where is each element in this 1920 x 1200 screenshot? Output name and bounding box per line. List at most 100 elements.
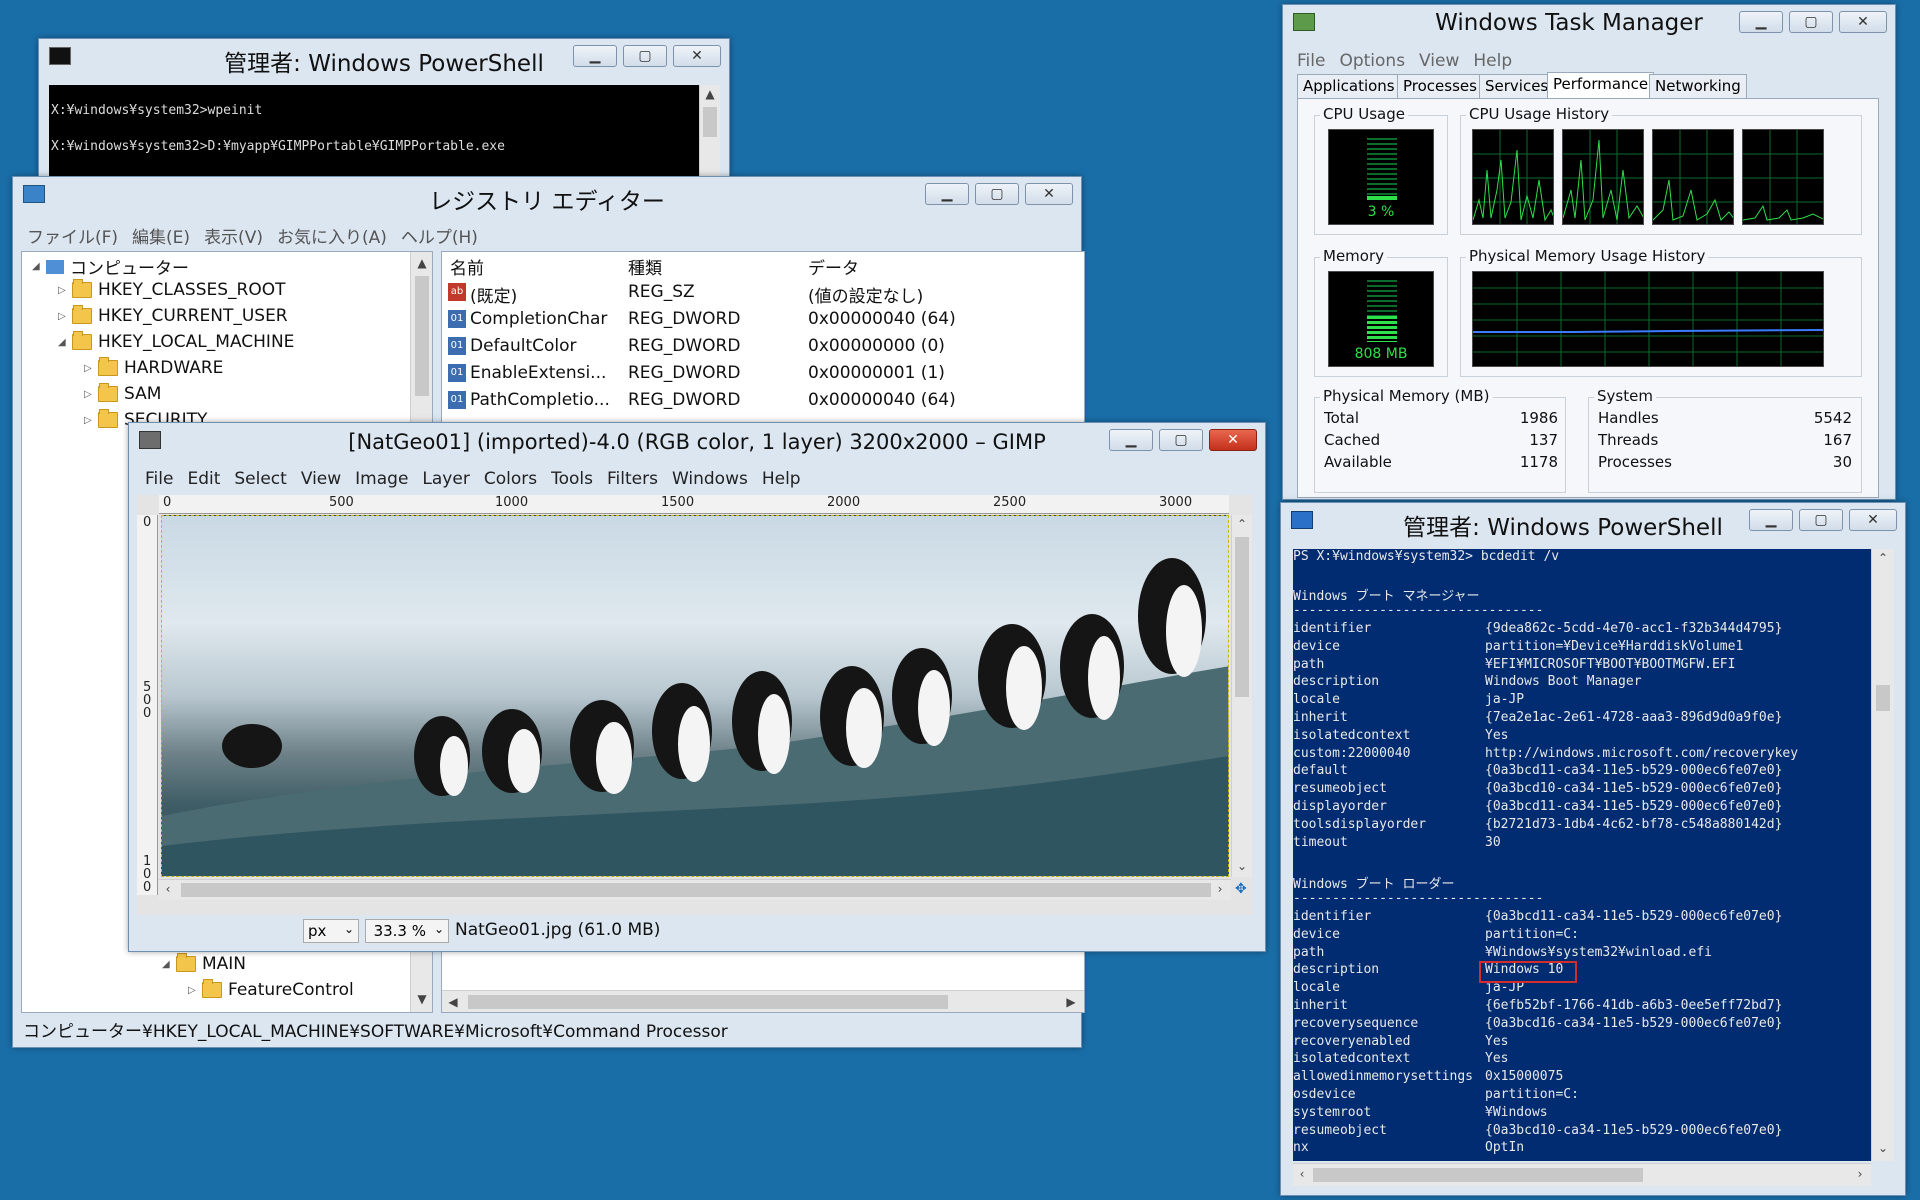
maximize-button[interactable]: ▢: [975, 183, 1019, 205]
scrollbar-thumb[interactable]: [181, 883, 1211, 897]
unit-select[interactable]: px ⌄: [303, 919, 359, 943]
scrollbar-thumb[interactable]: [415, 276, 429, 396]
tab-processes[interactable]: Processes: [1397, 74, 1483, 98]
menu-view[interactable]: View: [301, 469, 341, 489]
scroll-up-arrow[interactable]: ⌃: [1872, 551, 1894, 565]
taskmgr-titlebar[interactable]: Windows Task Manager ▁ ▢ ✕: [1283, 5, 1895, 39]
scroll-left-arrow[interactable]: ◀: [446, 995, 460, 1009]
menu-file[interactable]: File: [1297, 51, 1325, 71]
tab-applications[interactable]: Applications: [1297, 74, 1401, 98]
scroll-down-arrow[interactable]: ⌄: [1232, 859, 1252, 873]
close-button[interactable]: ✕: [1839, 11, 1887, 33]
menu-view[interactable]: 表示(V): [204, 223, 263, 248]
scroll-down-arrow[interactable]: ⌄: [1872, 1141, 1894, 1155]
scrollbar-thumb[interactable]: [703, 107, 717, 137]
scrollbar-thumb[interactable]: [1313, 1168, 1643, 1182]
powershell-large-console[interactable]: PS X:¥windows¥system32> bcdedit /v Windo…: [1293, 549, 1871, 1161]
zoom-select[interactable]: 33.3 % ⌄: [365, 919, 449, 943]
powershell-small-console[interactable]: X:¥windows¥system32>wpeinit X:¥windows¥s…: [49, 85, 699, 177]
tree-item-hkcu[interactable]: ▷ HKEY_CURRENT_USER: [58, 305, 288, 326]
powershell-large-titlebar[interactable]: 管理者: Windows PowerShell ▁ ▢ ✕: [1281, 503, 1905, 541]
scroll-right-arrow[interactable]: ›: [1213, 882, 1227, 896]
scrollbar-thumb[interactable]: [468, 995, 948, 1009]
tree-item-computer[interactable]: ◢ コンピューター: [32, 254, 189, 279]
maximize-button[interactable]: ▢: [1159, 429, 1203, 451]
powershell-small-titlebar[interactable]: 管理者: Windows PowerShell ▁ ▢ ✕: [39, 39, 729, 77]
tree-item-hkcr[interactable]: ▷ HKEY_CLASSES_ROOT: [58, 279, 286, 300]
bcd-entry-key: identifier: [1293, 909, 1372, 924]
maximize-button[interactable]: ▢: [623, 45, 667, 67]
scroll-right-arrow[interactable]: ▶: [1064, 995, 1078, 1009]
menu-options[interactable]: Options: [1339, 51, 1405, 71]
canvas-horizontal-scrollbar[interactable]: ‹ ›: [159, 879, 1231, 900]
scroll-down-arrow[interactable]: ▼: [411, 992, 432, 1006]
vertical-scrollbar[interactable]: ▲: [699, 85, 720, 177]
scroll-left-arrow[interactable]: ‹: [161, 882, 175, 896]
tree-item-main[interactable]: ◢ MAIN: [162, 953, 246, 974]
tree-item-hklm[interactable]: ◢ HKEY_LOCAL_MACHINE: [58, 331, 294, 352]
value-type: REG_DWORD: [628, 309, 741, 329]
column-header-type[interactable]: 種類: [628, 254, 662, 279]
scroll-left-arrow[interactable]: ‹: [1295, 1167, 1309, 1181]
close-button[interactable]: ✕: [1849, 509, 1897, 531]
close-button[interactable]: ✕: [1209, 429, 1257, 451]
bcd-entry-key: toolsdisplayorder: [1293, 816, 1427, 832]
maximize-button[interactable]: ▢: [1799, 509, 1843, 531]
horizontal-scrollbar[interactable]: ‹ ›: [1293, 1163, 1871, 1186]
minimize-button[interactable]: ▁: [1739, 11, 1783, 33]
scroll-up-arrow[interactable]: ▲: [411, 256, 432, 270]
penguin-photo-canvas[interactable]: [161, 515, 1229, 877]
column-header-data[interactable]: データ: [808, 254, 859, 279]
menu-layer[interactable]: Layer: [422, 469, 469, 489]
scroll-up-arrow[interactable]: ▲: [700, 87, 720, 101]
registry-titlebar[interactable]: レジストリ エディター ▁ ▢ ✕: [13, 177, 1081, 215]
list-item[interactable]: 01 CompletionChar REG_DWORD 0x00000040 (…: [442, 309, 1084, 331]
menu-file[interactable]: ファイル(F): [27, 223, 118, 248]
close-button[interactable]: ✕: [1025, 183, 1073, 205]
memory-label: Memory: [1320, 247, 1388, 265]
minimize-button[interactable]: ▁: [573, 45, 617, 67]
list-item[interactable]: 01 DefaultColor REG_DWORD 0x00000000 (0): [442, 336, 1084, 358]
menu-help[interactable]: Help: [762, 469, 801, 489]
navigate-icon[interactable]: ✥: [1235, 881, 1247, 897]
minimize-button[interactable]: ▁: [1749, 509, 1793, 531]
menu-help[interactable]: Help: [1473, 51, 1512, 71]
tab-networking[interactable]: Networking: [1649, 74, 1747, 98]
minimize-button[interactable]: ▁: [1109, 429, 1153, 451]
menu-tools[interactable]: Tools: [551, 469, 593, 489]
tab-services[interactable]: Services: [1479, 74, 1555, 98]
scrollbar-thumb[interactable]: [1876, 685, 1890, 711]
column-header-name[interactable]: 名前: [450, 254, 484, 279]
menu-image[interactable]: Image: [355, 469, 408, 489]
vertical-scrollbar[interactable]: ⌃ ⌄: [1871, 549, 1894, 1161]
menu-view[interactable]: View: [1419, 51, 1459, 71]
menu-file[interactable]: File: [145, 469, 173, 489]
menu-edit[interactable]: 編集(E): [132, 223, 190, 248]
menu-edit[interactable]: Edit: [187, 469, 220, 489]
bcd-entry-key: allowedinmemorysettings: [1293, 1069, 1474, 1085]
tab-performance[interactable]: Performance: [1547, 72, 1655, 99]
tree-item-featurecontrol[interactable]: ▷ FeatureControl: [188, 979, 354, 1000]
minimize-button[interactable]: ▁: [925, 183, 969, 205]
list-item[interactable]: 01 EnableExtensi... REG_DWORD 0x00000001…: [442, 363, 1084, 385]
close-button[interactable]: ✕: [673, 45, 721, 67]
value-name: DefaultColor: [470, 336, 577, 356]
tree-item-sam[interactable]: ▷ SAM: [84, 383, 161, 404]
menu-help[interactable]: ヘルプ(H): [401, 223, 478, 248]
gimp-titlebar[interactable]: [NatGeo01] (imported)-4.0 (RGB color, 1 …: [129, 423, 1265, 457]
tree-item-hardware[interactable]: ▷ HARDWARE: [84, 357, 223, 378]
list-item[interactable]: ab (既定) REG_SZ (値の設定なし): [442, 282, 1084, 307]
maximize-button[interactable]: ▢: [1789, 11, 1833, 33]
menu-filters[interactable]: Filters: [607, 469, 658, 489]
scrollbar-thumb[interactable]: [1235, 537, 1249, 697]
menu-windows[interactable]: Windows: [672, 469, 748, 489]
menu-colors[interactable]: Colors: [484, 469, 537, 489]
canvas-vertical-scrollbar[interactable]: ⌃ ⌄: [1231, 515, 1252, 877]
menu-favorites[interactable]: お気に入り(A): [277, 223, 387, 248]
values-horizontal-scrollbar[interactable]: ◀ ▶: [442, 990, 1084, 1012]
list-item[interactable]: 01 PathCompletio... REG_DWORD 0x00000040…: [442, 390, 1084, 412]
binary-value-icon: 01: [448, 337, 466, 355]
stat-available-label: Available: [1324, 453, 1392, 471]
menu-select[interactable]: Select: [234, 469, 286, 489]
scroll-right-arrow[interactable]: ›: [1853, 1167, 1867, 1181]
